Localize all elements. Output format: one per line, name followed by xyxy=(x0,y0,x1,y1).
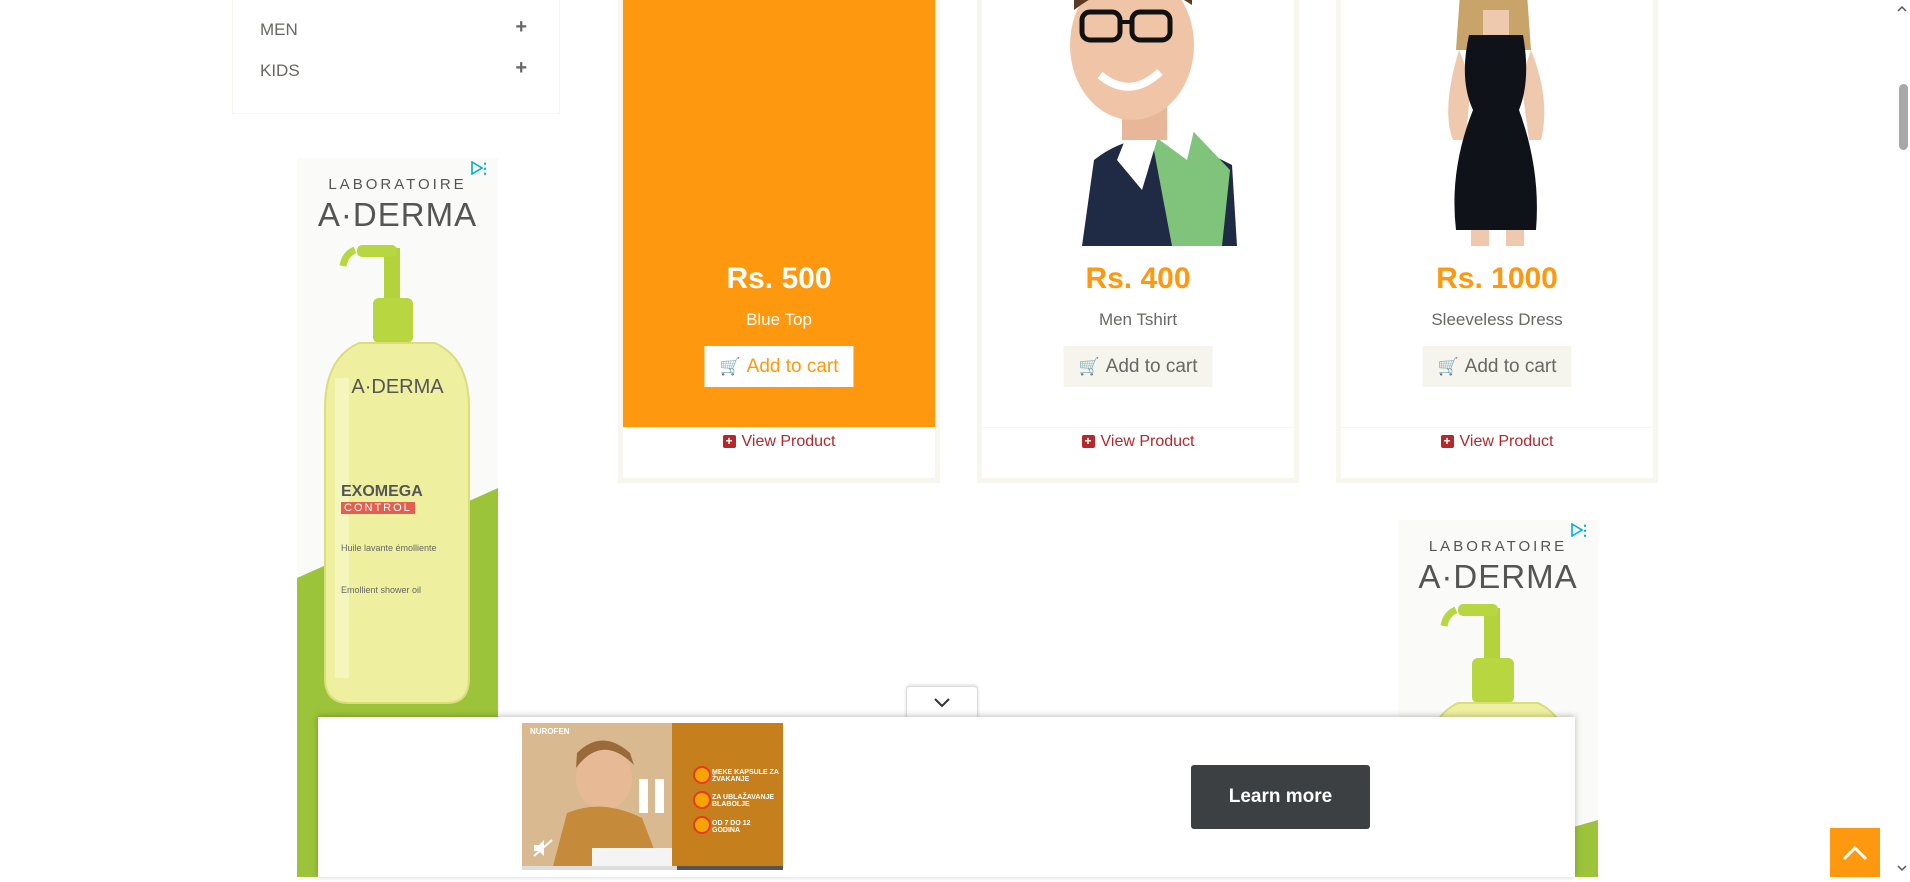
video-brand: NUROFEN xyxy=(530,727,570,736)
add-to-cart-button[interactable]: 🛒 Add to cart xyxy=(1063,346,1213,387)
product-price: Rs. 500 xyxy=(726,262,832,295)
cart-icon: 🛒 xyxy=(1078,357,1100,376)
view-product-link[interactable]: + View Product xyxy=(1341,433,1653,451)
bottle-sub: CONTROL xyxy=(341,502,415,514)
view-product-link[interactable]: + View Product xyxy=(623,433,935,451)
video-bullet: ZA UBLAŽAVANJE BLABOLJE xyxy=(712,794,775,808)
product-card[interactable]: Rs. 400 Men Tshirt 🛒 Add to cart + View Pr… xyxy=(977,0,1299,483)
product-price: Rs. 1000 xyxy=(1436,262,1558,295)
view-product-label: View Product xyxy=(741,433,836,450)
cart-icon: 🛒 xyxy=(719,357,741,376)
divider xyxy=(1341,427,1653,428)
product-card[interactable]: Rs. 1000 Sleeveless Dress 🛒 Add to cart +… xyxy=(1336,0,1658,483)
category-men[interactable]: MEN + xyxy=(260,16,527,42)
plus-square-icon: + xyxy=(1081,435,1095,448)
learn-more-button[interactable]: Learn more xyxy=(1191,765,1370,829)
add-to-cart-label: Add to cart xyxy=(1464,356,1557,377)
add-to-cart-button[interactable]: 🛒 Add to cart xyxy=(1422,346,1572,387)
video-bullet: OD 7 DO 12 GODINA xyxy=(712,820,751,834)
scroll-up-arrow-icon[interactable] xyxy=(1895,4,1910,14)
scrollbar-thumb[interactable] xyxy=(1899,84,1908,150)
scroll-to-top-button[interactable] xyxy=(1830,828,1880,877)
video-ad-bar: NUROFEN MEKE KAPSULE ZA ŽVAKANJE ZA UBLA… xyxy=(318,717,1575,877)
add-to-cart-label: Add to cart xyxy=(1105,356,1198,377)
category-label: MEN xyxy=(260,20,298,39)
divider xyxy=(623,427,935,428)
bottle-name: EXOMEGA xyxy=(341,483,423,500)
scroll-down-arrow-icon[interactable] xyxy=(1895,863,1910,873)
plus-icon[interactable]: + xyxy=(515,16,527,39)
product-name: Men Tshirt xyxy=(1098,310,1178,329)
product-name: Blue Top xyxy=(746,310,812,329)
chevron-down-icon xyxy=(934,698,950,708)
add-to-cart-label: Add to cart xyxy=(746,356,839,377)
page-scrollbar[interactable] xyxy=(1895,0,1910,877)
product-image[interactable] xyxy=(982,0,1294,246)
plus-icon[interactable]: + xyxy=(515,57,527,80)
view-product-link[interactable]: + View Product xyxy=(982,433,1294,451)
bottle-brand: A·DERMA xyxy=(351,376,444,398)
add-to-cart-button[interactable]: 🛒 Add to cart xyxy=(704,346,854,387)
category-label: KIDS xyxy=(260,61,300,80)
cart-icon: 🛒 xyxy=(1437,357,1459,376)
product-name: Sleeveless Dress xyxy=(1431,310,1563,329)
product-price: Rs. 400 xyxy=(1085,262,1191,295)
video-ad-player[interactable]: NUROFEN MEKE KAPSULE ZA ŽVAKANJE ZA UBLA… xyxy=(522,723,783,870)
plus-square-icon: + xyxy=(722,435,736,448)
collapse-ad-button[interactable] xyxy=(906,686,978,718)
bottle-desc-1: Huile lavante émolliente xyxy=(341,543,437,553)
product-image[interactable] xyxy=(1341,0,1653,246)
product-card[interactable]: Rs. 500 Blue Top 🛒 Add to cart + View Prod… xyxy=(618,0,940,483)
view-product-label: View Product xyxy=(1459,433,1554,450)
video-bullet: MEKE KAPSULE ZA ŽVAKANJE xyxy=(712,769,779,783)
bottle-desc-2: Emollient shower oil xyxy=(341,585,422,595)
mute-icon[interactable] xyxy=(532,838,554,863)
category-panel: MEN + KIDS + xyxy=(232,0,560,114)
plus-square-icon: + xyxy=(1440,435,1454,448)
divider xyxy=(982,427,1294,428)
category-kids[interactable]: KIDS + xyxy=(260,57,527,83)
chevron-up-icon xyxy=(1842,845,1868,861)
view-product-label: View Product xyxy=(1100,433,1195,450)
